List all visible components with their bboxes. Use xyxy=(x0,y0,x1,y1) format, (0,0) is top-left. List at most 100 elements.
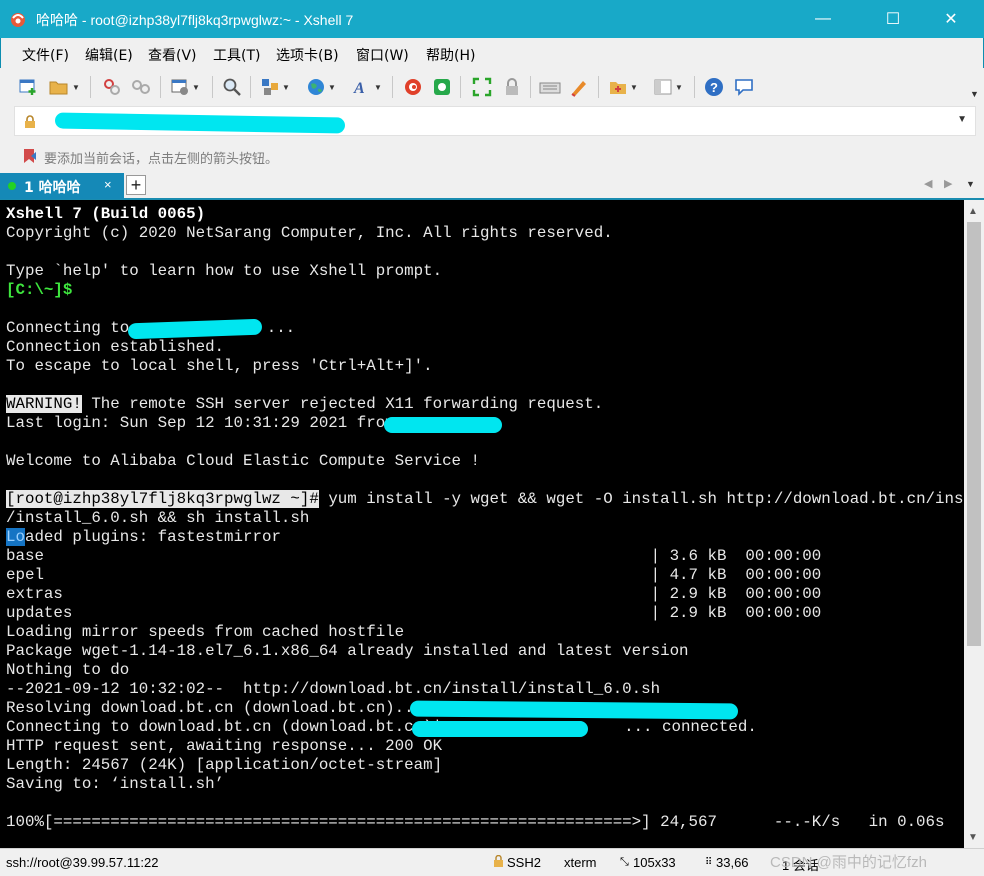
menu-tools[interactable]: 工具(T) xyxy=(213,45,260,65)
tab-session-1[interactable]: 1 哈哈哈 × xyxy=(0,173,124,199)
keyboard-button[interactable] xyxy=(539,75,561,99)
scroll-up-icon[interactable]: ▲ xyxy=(968,206,978,217)
ssh-lock-icon xyxy=(493,854,504,870)
keyboard-icon xyxy=(539,82,561,94)
find-button[interactable] xyxy=(222,75,242,99)
terminal-line: updates | 2.9 kB 00:00:00 xyxy=(6,604,822,622)
connection-address: ssh://root@39.99.57.11:22 xyxy=(6,855,159,870)
terminal-line: Saving to: ‘install.sh’ xyxy=(6,775,225,793)
terminal-line: Welcome to Alibaba Cloud Elastic Compute… xyxy=(6,452,480,470)
warning-badge: WARNING! xyxy=(6,395,82,413)
properties-button[interactable]: ▼ xyxy=(170,75,200,99)
bookmark-arrow-icon[interactable] xyxy=(22,148,38,164)
tab-bar: 1 哈哈哈 × + ◀ ▶ ▼ xyxy=(0,172,984,200)
reconnect-button[interactable] xyxy=(102,75,122,99)
chat-button[interactable] xyxy=(734,75,754,99)
menu-view[interactable]: 查看(V) xyxy=(148,45,197,65)
scroll-thumb[interactable] xyxy=(967,222,981,646)
folder-plus-icon xyxy=(610,82,626,94)
tab-close-icon[interactable]: × xyxy=(104,177,112,192)
panels-icon xyxy=(654,79,672,95)
globe-button[interactable]: ▼ xyxy=(306,75,336,99)
help-button[interactable]: ? xyxy=(704,75,724,99)
add-tab-button[interactable]: + xyxy=(126,175,146,195)
pen-icon xyxy=(571,81,586,97)
font-button[interactable]: A ▼ xyxy=(352,75,382,99)
lock-button[interactable] xyxy=(502,75,522,99)
tab-list-icon[interactable]: ▼ xyxy=(966,179,975,189)
menu-help[interactable]: 帮助(H) xyxy=(426,45,475,65)
terminal-line: base | 3.6 kB 00:00:00 xyxy=(6,547,822,565)
transfer-button[interactable]: ▼ xyxy=(608,75,638,99)
ip-redaction xyxy=(384,417,502,433)
terminal-line: Resolving download.bt.cn (download.bt.cn… xyxy=(6,699,433,717)
ip-redaction xyxy=(409,700,739,720)
vertical-scrollbar[interactable]: ▲ ▼ xyxy=(964,200,984,848)
terminal-line: extras | 2.9 kB 00:00:00 xyxy=(6,585,822,603)
window-title: 哈哈哈 - root@izhp38yl7flj8kq3rpwglwz:~ - X… xyxy=(36,12,354,28)
resize-icon: ⤡ xyxy=(620,856,629,868)
terminal-line: Connection established. xyxy=(6,338,225,356)
disconnect-button[interactable] xyxy=(130,75,152,99)
svg-text:A: A xyxy=(353,80,365,97)
new-session-button[interactable] xyxy=(18,75,38,99)
terminal-line: Loaded plugins: fastestmirror xyxy=(6,528,281,546)
terminal-line: /install_6.0.sh && sh install.sh xyxy=(6,509,310,527)
close-button[interactable]: ✕ xyxy=(928,0,974,38)
xftp-button[interactable] xyxy=(403,75,423,99)
minimize-button[interactable]: — xyxy=(800,0,846,38)
hint-bar: 要添加当前会话，点击左侧的箭头按钮。 xyxy=(0,138,984,172)
terminal-line: Package wget-1.14-18.el7_6.1.x86_64 alre… xyxy=(6,642,689,660)
terminal-line: Length: 24567 (24K) [application/octet-s… xyxy=(6,756,443,774)
menu-edit[interactable]: 编辑(E) xyxy=(85,45,133,65)
menu-window[interactable]: 窗口(W) xyxy=(356,45,409,65)
ip-redaction xyxy=(412,721,588,737)
terminal-line: --2021-09-12 10:32:02-- http://download.… xyxy=(6,680,661,698)
scroll-down-icon[interactable]: ▼ xyxy=(968,832,978,843)
search-icon xyxy=(223,78,241,96)
toolbar-overflow-button[interactable]: ▼ xyxy=(968,82,979,106)
font-icon: A xyxy=(353,80,365,97)
tab-prev-icon[interactable]: ◀ xyxy=(924,177,932,190)
connected-status-icon xyxy=(8,182,16,190)
swirl-icon xyxy=(405,79,421,95)
tab-label: 1 哈哈哈 xyxy=(24,180,81,196)
panels-button[interactable]: ▼ xyxy=(653,75,683,99)
status-bar: ssh://root@39.99.57.11:22 SSH2 xterm ⤡ 1… xyxy=(0,848,984,876)
fullscreen-icon xyxy=(472,77,492,97)
terminal-line: Loading mirror speeds from cached hostfi… xyxy=(6,623,405,641)
tab-next-icon[interactable]: ▶ xyxy=(944,177,952,190)
terminal-line: Nothing to do xyxy=(6,661,130,679)
terminal-line: Xshell 7 (Build 0065) xyxy=(6,205,206,223)
menu-file[interactable]: 文件(F) xyxy=(22,45,69,65)
terminal-line: HTTP request sent, awaiting response... … xyxy=(6,737,443,755)
menu-tabs[interactable]: 选项卡(B) xyxy=(276,45,339,65)
layout-icon xyxy=(262,79,278,95)
terminal[interactable]: Xshell 7 (Build 0065) Copyright (c) 2020… xyxy=(0,200,964,848)
title-bar: 哈哈哈 - root@izhp38yl7flj8kq3rpwglwz:~ - X… xyxy=(0,0,984,38)
green-app-button[interactable] xyxy=(432,75,452,99)
terminal-line: WARNING! The remote SSH server rejected … xyxy=(6,395,604,413)
terminal-size: 105x33 xyxy=(633,855,676,870)
remote-prompt: [root@izhp38yl7flj8kq3rpwglwz ~]# xyxy=(6,490,319,508)
maximize-button[interactable]: ☐ xyxy=(870,0,916,38)
fullscreen-button[interactable] xyxy=(472,75,492,99)
green-app-icon xyxy=(434,79,450,95)
open-button[interactable]: ▼ xyxy=(48,75,80,99)
layout-button[interactable]: ▼ xyxy=(260,75,290,99)
cursor-block: Lo xyxy=(6,528,25,546)
terminal-type: xterm xyxy=(564,855,597,870)
properties-icon xyxy=(171,79,188,95)
address-redaction xyxy=(54,112,346,134)
address-bar[interactable]: ▼ xyxy=(14,106,976,136)
terminal-line: epel | 4.7 kB 00:00:00 xyxy=(6,566,822,584)
chat-icon xyxy=(735,79,753,96)
highlight-button[interactable] xyxy=(569,75,589,99)
terminal-line: Connecting to download.bt.cn (download.b… xyxy=(6,718,757,736)
padlock-icon xyxy=(25,115,35,128)
terminal-line: To escape to local shell, press 'Ctrl+Al… xyxy=(6,357,433,375)
folder-open-icon xyxy=(49,81,68,95)
xshell-logo-icon xyxy=(11,13,25,27)
watermark: CSDN @雨中的记忆fzh xyxy=(770,854,927,871)
address-dropdown-icon[interactable]: ▼ xyxy=(957,114,967,125)
